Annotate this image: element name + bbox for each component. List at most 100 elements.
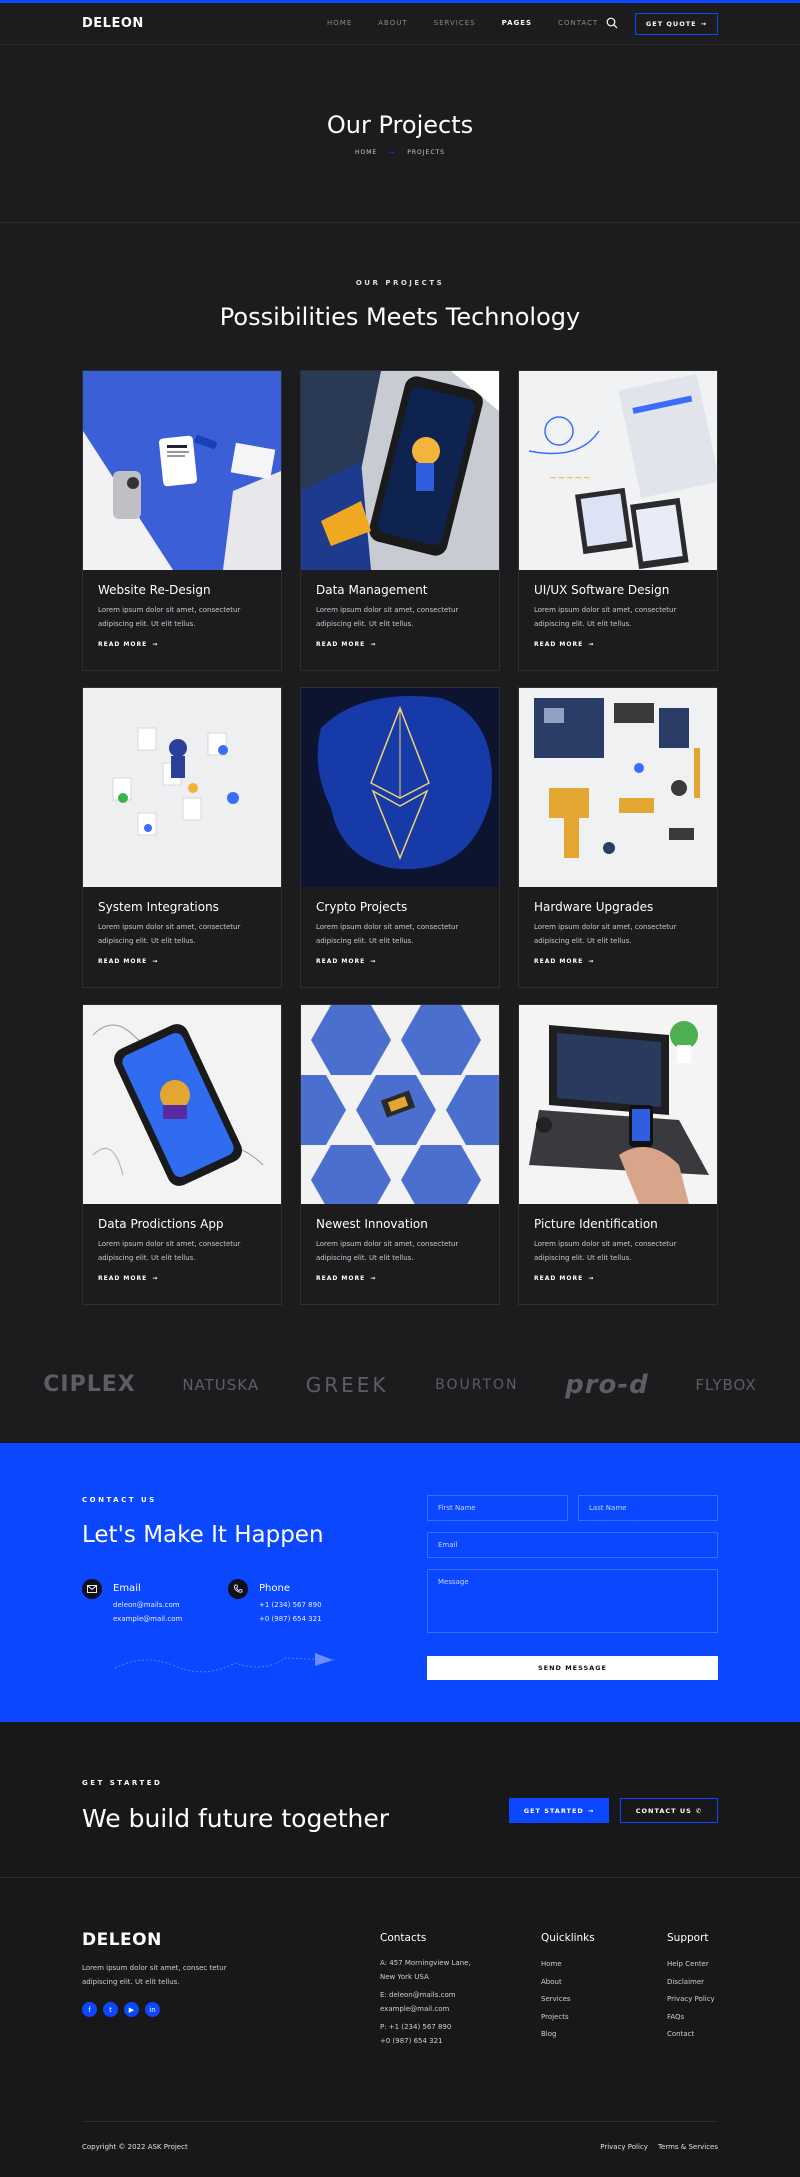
cta-eyebrow: GET STARTED	[82, 1779, 163, 1787]
arrow-right-icon: →	[152, 641, 159, 648]
footer-link-faqs[interactable]: FAQs	[667, 2009, 715, 2027]
footer-support-title: Support	[667, 1932, 709, 1944]
project-description: Lorem ipsum dolor sit amet, consectetur …	[316, 606, 459, 628]
read-more-link[interactable]: READ MORE →	[98, 1275, 281, 1282]
last-name-field[interactable]: Last Name	[578, 1495, 718, 1521]
project-title[interactable]: Hardware Upgrades	[534, 900, 717, 914]
contact-eyebrow: CONTACT US	[82, 1496, 157, 1504]
get-quote-button[interactable]: GET QUOTE →	[635, 13, 718, 35]
read-more-label: READ MORE	[316, 958, 366, 965]
terms-link[interactable]: Terms & Services	[658, 2143, 718, 2151]
contact-title: Let's Make It Happen	[82, 1522, 324, 1548]
project-title[interactable]: Website Re-Design	[98, 583, 281, 597]
project-title[interactable]: UI/UX Software Design	[534, 583, 717, 597]
site-header: DELEON HOME ABOUT SERVICES PAGES CONTACT…	[0, 3, 800, 45]
read-more-label: READ MORE	[98, 1275, 148, 1282]
footer-link-projects[interactable]: Projects	[541, 2009, 595, 2027]
cta-title: We build future together	[82, 1804, 390, 1833]
footer-contacts: Contacts A: 457 Morningview Lane, New Yo…	[380, 1932, 471, 2048]
facebook-icon[interactable]: f	[82, 2002, 97, 2017]
read-more-link[interactable]: READ MORE →	[316, 641, 499, 648]
first-name-field[interactable]: First Name	[427, 1495, 568, 1521]
footer-link-home[interactable]: Home	[541, 1956, 595, 1974]
project-card[interactable]: Crypto Projects Lorem ipsum dolor sit am…	[300, 687, 500, 988]
nav-item-about[interactable]: ABOUT	[378, 19, 407, 27]
footer-phone[interactable]: P: +1 (234) 567 890	[380, 2020, 471, 2034]
nav-item-contact[interactable]: CONTACT	[558, 19, 598, 27]
project-image-hardware	[519, 688, 717, 887]
project-image-data-management	[301, 371, 499, 570]
read-more-link[interactable]: READ MORE →	[316, 958, 499, 965]
phone-value[interactable]: +1 (234) 567 890	[259, 1601, 322, 1609]
contact-us-button[interactable]: CONTACT US ✆	[620, 1798, 718, 1823]
send-message-button[interactable]: SEND MESSAGE	[427, 1656, 718, 1680]
project-card[interactable]: Data Prodictions App Lorem ipsum dolor s…	[82, 1004, 282, 1305]
youtube-icon[interactable]: ▶	[124, 2002, 139, 2017]
twitter-icon[interactable]: t	[103, 2002, 118, 2017]
footer-link-contact[interactable]: Contact	[667, 2026, 715, 2044]
project-description: Lorem ipsum dolor sit amet, consectetur …	[98, 923, 241, 945]
footer-link-disclaimer[interactable]: Disclaimer	[667, 1974, 715, 1992]
main-nav: HOME ABOUT SERVICES PAGES CONTACT	[327, 19, 624, 27]
footer-email[interactable]: E: deleon@mails.com	[380, 1988, 471, 2002]
breadcrumb: HOME → PROJECTS	[0, 149, 800, 156]
projects-section: OUR PROJECTS Possibilities Meets Technol…	[0, 223, 800, 1326]
read-more-link[interactable]: READ MORE →	[316, 1275, 499, 1282]
read-more-link[interactable]: READ MORE →	[98, 641, 281, 648]
footer-link-blog[interactable]: Blog	[541, 2026, 595, 2044]
arrow-right-icon: →	[587, 1806, 595, 1815]
footer-email[interactable]: example@mail.com	[380, 2002, 471, 2016]
project-card[interactable]: System Integrations Lorem ipsum dolor si…	[82, 687, 282, 988]
read-more-link[interactable]: READ MORE →	[534, 641, 717, 648]
phone-value[interactable]: +0 (987) 654 321	[259, 1615, 322, 1623]
projects-title: Possibilities Meets Technology	[219, 303, 581, 331]
project-card[interactable]: Picture Identification Lorem ipsum dolor…	[518, 1004, 718, 1305]
footer-logo[interactable]: DELEON	[82, 1930, 162, 1950]
page-hero: Our Projects HOME → PROJECTS	[0, 45, 800, 223]
arrow-right-icon: →	[370, 958, 377, 965]
search-icon[interactable]	[606, 17, 618, 29]
footer-link-help-center[interactable]: Help Center	[667, 1956, 715, 1974]
social-links: f t ▶ in	[82, 2002, 160, 2017]
read-more-link[interactable]: READ MORE →	[534, 958, 717, 965]
project-title[interactable]: Crypto Projects	[316, 900, 499, 914]
nav-item-services[interactable]: SERVICES	[434, 19, 476, 27]
footer-link-services[interactable]: Services	[541, 1991, 595, 2009]
email-field[interactable]: Email	[427, 1532, 718, 1558]
breadcrumb-home[interactable]: HOME	[355, 149, 377, 156]
project-card[interactable]: Newest Innovation Lorem ipsum dolor sit …	[300, 1004, 500, 1305]
footer-phone[interactable]: +0 (987) 654 321	[380, 2034, 471, 2048]
linkedin-icon[interactable]: in	[145, 2002, 160, 2017]
footer-quicklinks: Quicklinks Home About Services Projects …	[541, 1932, 595, 2044]
read-more-label: READ MORE	[534, 641, 584, 648]
project-description: Lorem ipsum dolor sit amet, consectetur …	[316, 923, 459, 945]
project-title[interactable]: Newest Innovation	[316, 1217, 499, 1231]
nav-item-home[interactable]: HOME	[327, 19, 352, 27]
footer-description: Lorem ipsum dolor sit amet, consec tetur…	[82, 1964, 227, 1986]
project-card[interactable]: ~~~~~ UI/UX Software Design Lorem ipsum …	[518, 370, 718, 671]
site-logo[interactable]: DELEON	[82, 16, 144, 31]
project-title[interactable]: Picture Identification	[534, 1217, 717, 1231]
project-title[interactable]: Data Management	[316, 583, 499, 597]
get-started-button[interactable]: GET STARTED →	[509, 1798, 609, 1823]
project-image-picture-identification	[519, 1005, 717, 1204]
read-more-link[interactable]: READ MORE →	[534, 1275, 717, 1282]
get-started-section: GET STARTED We build future together GET…	[0, 1722, 800, 1877]
privacy-policy-link[interactable]: Privacy Policy	[600, 2143, 648, 2151]
read-more-link[interactable]: READ MORE →	[98, 958, 281, 965]
project-card[interactable]: Hardware Upgrades Lorem ipsum dolor sit …	[518, 687, 718, 988]
footer-link-about[interactable]: About	[541, 1974, 595, 1992]
project-card[interactable]: Data Management Lorem ipsum dolor sit am…	[300, 370, 500, 671]
decorative-swirl	[115, 1653, 335, 1673]
phone-icon: ✆	[695, 1806, 703, 1815]
project-card[interactable]: Website Re-Design Lorem ipsum dolor sit …	[82, 370, 282, 671]
footer-support: Support Help Center Disclaimer Privacy P…	[667, 1932, 715, 2044]
project-title[interactable]: Data Prodictions App	[98, 1217, 281, 1231]
message-field[interactable]: Message	[427, 1569, 718, 1633]
email-value[interactable]: deleon@mails.com	[113, 1601, 180, 1609]
email-value[interactable]: example@mail.com	[113, 1615, 182, 1623]
project-title[interactable]: System Integrations	[98, 900, 281, 914]
partner-logo: pro-d	[565, 1369, 649, 1400]
nav-item-pages[interactable]: PAGES	[502, 19, 532, 27]
footer-link-privacy[interactable]: Privacy Policy	[667, 1991, 715, 2009]
